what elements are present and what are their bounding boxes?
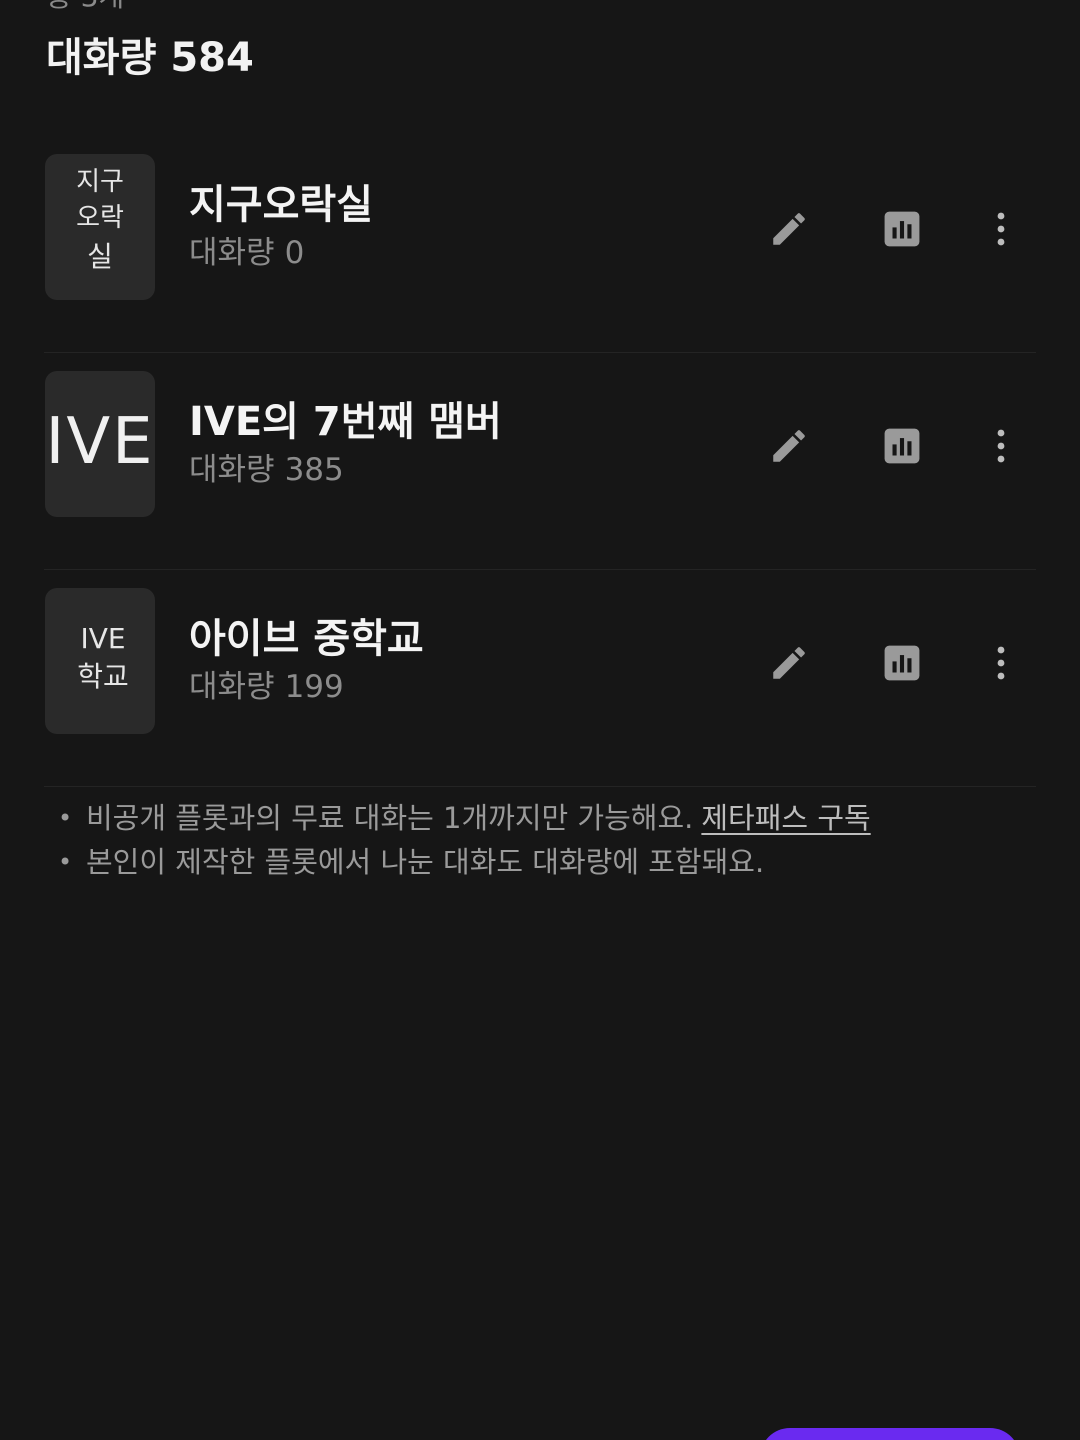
plot-list: 지구 오락 실 지구오락실 대화량 0 IVE IVE의 7번째 맴버 대화량 … xyxy=(44,136,1036,787)
thumb-text-line: 학교 xyxy=(77,660,129,693)
stats-button[interactable] xyxy=(879,640,925,686)
handwritten-thumbnail-image: IVE 학교 xyxy=(77,622,129,693)
chat-volume-label: 대화량 xyxy=(189,669,275,705)
chat-volume-value: 0 xyxy=(284,235,305,271)
stats-button[interactable] xyxy=(879,423,925,469)
plot-title[interactable]: 지구오락실 xyxy=(189,180,373,230)
plot-info: 아이브 중학교 대화량 199 xyxy=(189,614,424,706)
chat-volume-value: 199 xyxy=(284,669,344,705)
pencil-icon xyxy=(773,430,805,462)
total-chat-volume: 대화량 584 xyxy=(46,34,254,82)
chat-volume-label: 대화량 xyxy=(189,452,275,488)
more-vertical-icon xyxy=(997,646,1005,680)
more-options-button[interactable] xyxy=(978,640,1024,686)
more-options-button[interactable] xyxy=(978,206,1024,252)
thumb-text-line: 지구 xyxy=(76,167,124,197)
plot-chat-volume: 대화량 199 xyxy=(189,668,424,706)
note-text: 본인이 제작한 플롯에서 나눈 대화도 대화량에 포함돼요. xyxy=(86,845,765,879)
bar-chart-icon xyxy=(884,211,920,247)
plot-info: 지구오락실 대화량 0 xyxy=(189,180,373,272)
plot-chat-volume: 대화량 0 xyxy=(189,234,373,272)
chat-volume-label: 대화량 xyxy=(189,235,275,271)
plot-row[interactable]: IVE 학교 아이브 중학교 대화량 199 xyxy=(44,570,1036,787)
plot-count: 총 3개 xyxy=(46,0,124,14)
pencil-icon xyxy=(773,213,805,245)
edit-button[interactable] xyxy=(766,423,812,469)
plot-thumbnail[interactable]: 지구 오락 실 xyxy=(45,154,155,300)
floating-action-button[interactable] xyxy=(760,1428,1020,1440)
zeta-pass-subscribe-link[interactable]: 제타패스 구독 xyxy=(701,801,870,835)
chat-volume-value: 385 xyxy=(284,452,344,488)
total-label: 대화량 xyxy=(46,35,157,81)
handwritten-thumbnail-image: 지구 오락 실 xyxy=(76,167,124,273)
stats-button[interactable] xyxy=(879,206,925,252)
more-vertical-icon xyxy=(997,429,1005,463)
bar-chart-icon xyxy=(884,645,920,681)
info-notes: 비공개 플롯과의 무료 대화는 1개까지만 가능해요.제타패스 구독 본인이 제… xyxy=(58,796,1018,884)
edit-button[interactable] xyxy=(766,640,812,686)
plot-title[interactable]: IVE의 7번째 맴버 xyxy=(189,397,502,447)
bar-chart-icon xyxy=(884,428,920,464)
thumb-text-line: IVE xyxy=(45,405,154,479)
plot-row[interactable]: 지구 오락 실 지구오락실 대화량 0 xyxy=(44,136,1036,353)
plot-thumbnail[interactable]: IVE xyxy=(45,371,155,517)
more-options-button[interactable] xyxy=(978,423,1024,469)
handwritten-thumbnail-image: IVE xyxy=(45,405,154,479)
thumb-text-line: IVE xyxy=(80,622,125,655)
note-item: 본인이 제작한 플롯에서 나눈 대화도 대화량에 포함돼요. xyxy=(58,840,1018,884)
thumb-text-line: 오락 xyxy=(76,203,124,233)
total-value: 584 xyxy=(170,35,254,81)
pencil-icon xyxy=(773,647,805,679)
plot-row[interactable]: IVE IVE의 7번째 맴버 대화량 385 xyxy=(44,353,1036,570)
plot-list-screen: 총 3개 대화량 584 지구 오락 실 지구오락실 대화량0 xyxy=(0,0,1080,1440)
more-vertical-icon xyxy=(997,212,1005,246)
edit-button[interactable] xyxy=(766,206,812,252)
plot-chat-volume: 대화량 385 xyxy=(189,451,502,489)
note-item: 비공개 플롯과의 무료 대화는 1개까지만 가능해요.제타패스 구독 xyxy=(58,796,1018,840)
plot-info: IVE의 7번째 맴버 대화량 385 xyxy=(189,397,502,489)
note-text: 비공개 플롯과의 무료 대화는 1개까지만 가능해요. xyxy=(86,801,694,835)
thumb-text-line: 실 xyxy=(87,240,113,273)
plot-title[interactable]: 아이브 중학교 xyxy=(189,614,424,664)
plot-thumbnail[interactable]: IVE 학교 xyxy=(45,588,155,734)
